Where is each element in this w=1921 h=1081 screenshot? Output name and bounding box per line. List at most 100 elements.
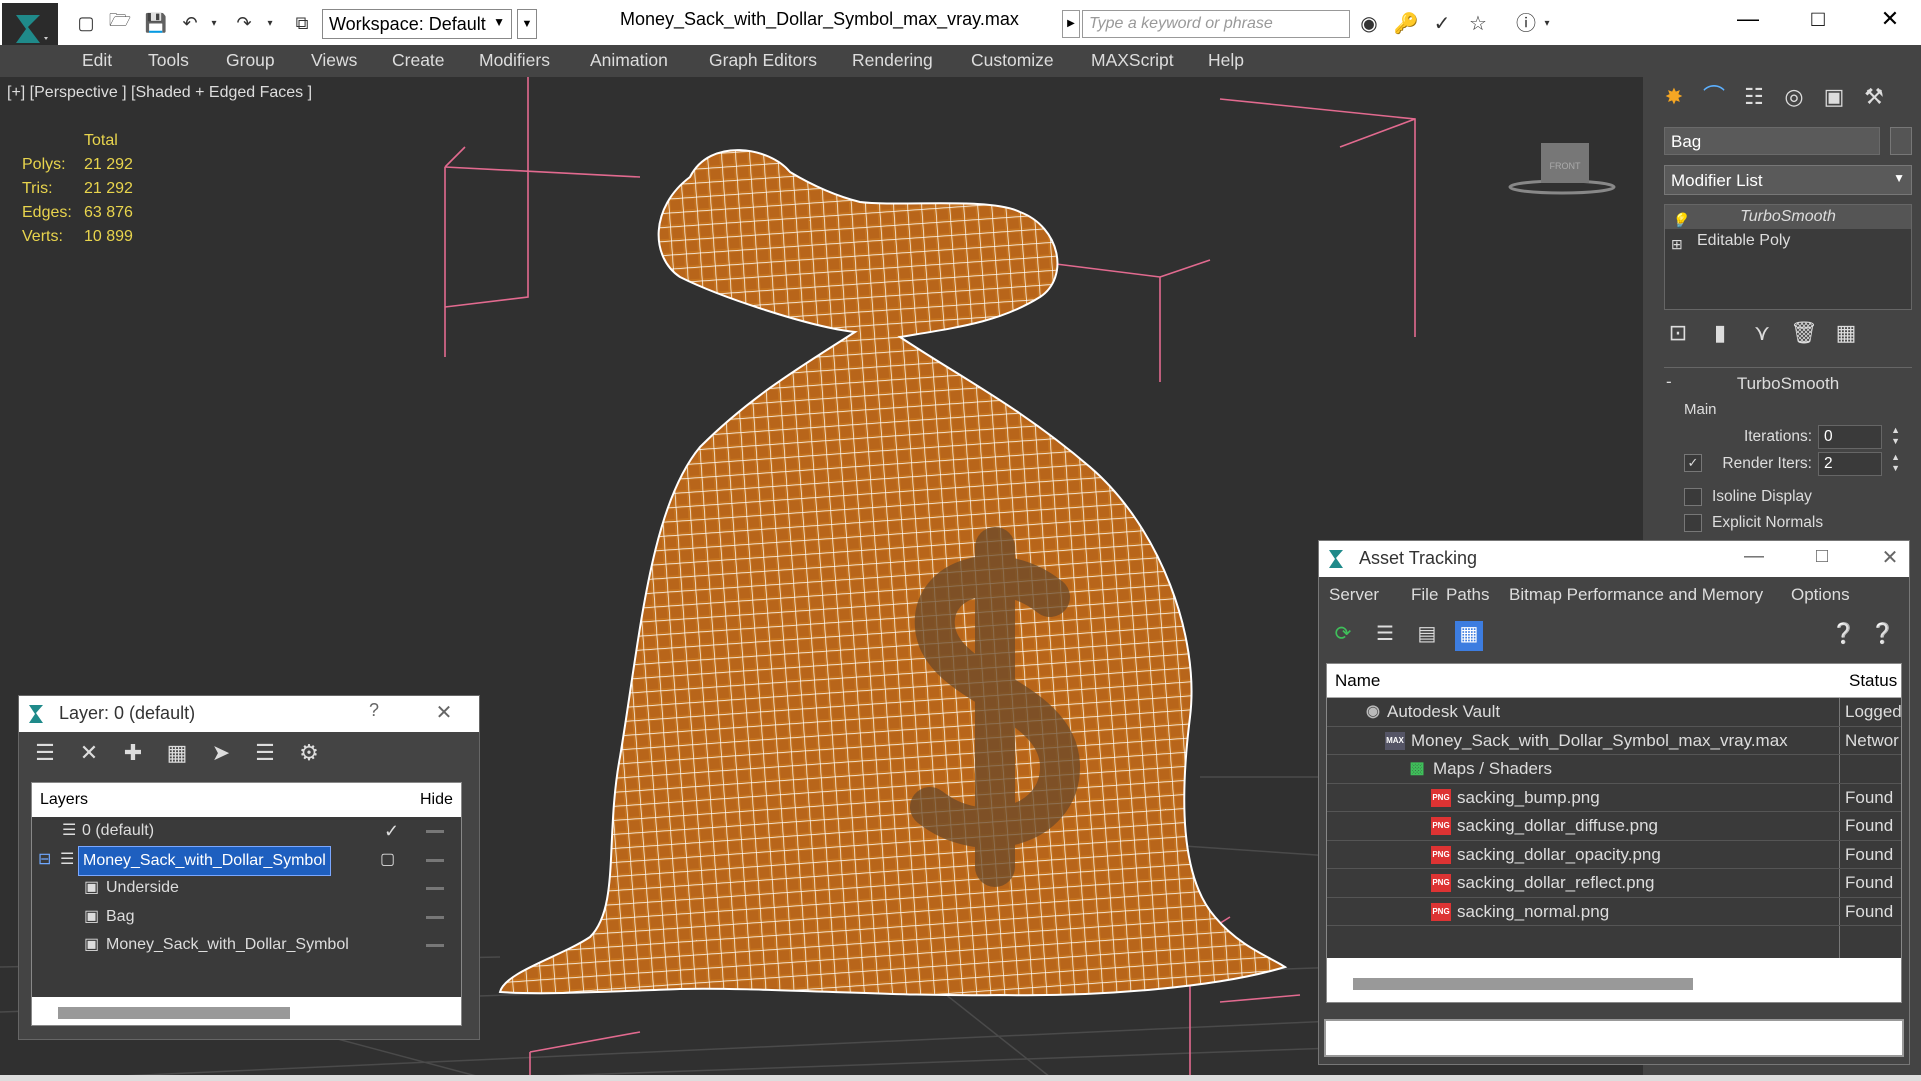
project-folder-icon[interactable]: ⧉ xyxy=(288,8,316,38)
select-layer-icon[interactable]: ➤ xyxy=(207,740,235,772)
help-icon[interactable]: ⓘ xyxy=(1512,10,1540,38)
menu-customize[interactable]: Customize xyxy=(971,50,1054,71)
display-tab-icon[interactable]: ▣ xyxy=(1816,81,1852,113)
hierarchy-tab-icon[interactable]: ☷ xyxy=(1736,81,1772,113)
isoline-checkbox[interactable] xyxy=(1684,488,1702,506)
explicit-normals-checkbox[interactable] xyxy=(1684,514,1702,532)
layer-row[interactable]: ⊟ ☰ Money_Sack_with_Dollar_Symbol ▢ xyxy=(32,845,461,876)
render-iters-input[interactable]: 2 xyxy=(1818,452,1882,476)
scrollbar-thumb[interactable] xyxy=(1353,978,1693,990)
undo-dropdown-icon[interactable]: ▾ xyxy=(206,8,222,38)
menu-modifiers[interactable]: Modifiers xyxy=(479,50,550,71)
rollout-title[interactable]: TurboSmooth xyxy=(1664,374,1912,394)
horizontal-scrollbar[interactable] xyxy=(32,997,461,1025)
asset-row[interactable]: PNG sacking_dollar_opacity.png Found xyxy=(1327,841,1901,869)
refresh-icon[interactable]: ⟳ xyxy=(1329,621,1357,651)
viewport-label[interactable]: [+] [Perspective ] [Shaded + Edged Faces… xyxy=(7,84,312,102)
hide-toggle[interactable] xyxy=(426,887,444,891)
scrollbar-thumb[interactable] xyxy=(58,1007,290,1019)
col-layers-header[interactable]: Layers xyxy=(40,791,88,809)
asset-panel-titlebar[interactable]: Asset Tracking — □ ✕ xyxy=(1319,541,1909,577)
close-icon[interactable]: ✕ xyxy=(429,700,459,728)
maximize-button[interactable]: □ xyxy=(1798,6,1838,38)
stack-item-editable-poly[interactable]: ⊞ Editable Poly xyxy=(1665,229,1911,253)
object-name-input[interactable]: Bag xyxy=(1664,127,1880,155)
delete-layer-icon[interactable]: ✕ xyxy=(75,740,103,772)
menu-options[interactable]: Options xyxy=(1791,585,1850,605)
asset-row[interactable]: PNG sacking_dollar_reflect.png Found xyxy=(1327,869,1901,898)
settings-help-icon[interactable]: ❔ xyxy=(1870,621,1895,646)
help-icon[interactable]: ❔ xyxy=(1831,621,1856,646)
hide-toggle[interactable] xyxy=(426,830,444,833)
object-row[interactable]: ▣ Bag xyxy=(32,903,461,932)
minimize-icon[interactable]: — xyxy=(1739,545,1769,573)
open-file-icon[interactable]: 🗁 xyxy=(106,8,134,38)
iterations-spinner[interactable]: ▲ ▼ xyxy=(1891,425,1900,447)
menu-graph-editors[interactable]: Graph Editors xyxy=(709,50,817,71)
render-iters-spinner[interactable]: ▲ ▼ xyxy=(1891,452,1900,474)
object-row[interactable]: ▣ Money_Sack_with_Dollar_Symbol xyxy=(32,931,461,960)
set-current-layer-icon[interactable]: ☰ xyxy=(251,740,279,772)
menu-maxscript[interactable]: MAXScript xyxy=(1091,50,1174,71)
close-button[interactable]: ✕ xyxy=(1870,6,1910,38)
asset-row[interactable]: MAX Money_Sack_with_Dollar_Symbol_max_vr… xyxy=(1327,727,1901,755)
menu-help[interactable]: Help xyxy=(1208,50,1244,71)
redo-icon[interactable]: ↷ xyxy=(230,8,258,38)
menu-file[interactable]: File xyxy=(1411,585,1438,605)
show-end-result-icon[interactable]: ▮ xyxy=(1706,320,1734,352)
redo-dropdown-icon[interactable]: ▾ xyxy=(262,8,278,38)
asset-row[interactable]: PNG sacking_dollar_diffuse.png Found xyxy=(1327,812,1901,841)
menu-views[interactable]: Views xyxy=(311,50,357,71)
menu-edit[interactable]: Edit xyxy=(82,50,112,71)
help-dropdown-icon[interactable]: ▾ xyxy=(1540,10,1554,38)
asset-row[interactable]: ▩ Maps / Shaders xyxy=(1327,755,1901,784)
binoculars-icon[interactable]: ◉ xyxy=(1355,10,1383,38)
layer-panel-titlebar[interactable]: Layer: 0 (default) ? ✕ xyxy=(19,696,479,732)
key-icon[interactable]: 🔑 xyxy=(1392,10,1420,38)
viewcube-icon[interactable]: FRONT xyxy=(1507,137,1617,197)
horizontal-scrollbar[interactable] xyxy=(1327,968,1901,996)
col-name-header[interactable]: Name xyxy=(1335,671,1380,691)
menu-bitmap-performance[interactable]: Bitmap Performance and Memory xyxy=(1509,585,1763,605)
hide-toggle[interactable] xyxy=(426,858,444,862)
configure-modifier-sets-icon[interactable]: ▦ xyxy=(1832,320,1860,352)
menu-group[interactable]: Group xyxy=(226,50,275,71)
favorites-star-icon[interactable]: ☆ xyxy=(1464,10,1492,38)
iterations-input[interactable]: 0 xyxy=(1818,425,1882,449)
list-view-icon[interactable]: ☰ xyxy=(1371,621,1399,651)
add-to-layer-icon[interactable]: ✚ xyxy=(119,740,147,772)
col-status-header[interactable]: Status xyxy=(1849,671,1897,691)
save-file-icon[interactable]: 💾 xyxy=(142,8,170,38)
col-hide-header[interactable]: Hide xyxy=(420,791,453,809)
workspace-menu-button[interactable]: ▼ xyxy=(517,9,537,39)
object-color-swatch[interactable] xyxy=(1890,127,1912,155)
hide-toggle[interactable] xyxy=(426,944,444,948)
asset-path-field[interactable] xyxy=(1324,1019,1904,1057)
pin-stack-icon[interactable]: ⊡ xyxy=(1664,320,1692,352)
make-unique-icon[interactable]: ⋎ xyxy=(1748,320,1776,352)
object-row[interactable]: ▣ Underside xyxy=(32,874,461,903)
asset-row[interactable]: PNG sacking_normal.png Found xyxy=(1327,898,1901,926)
maximize-icon[interactable]: □ xyxy=(1807,545,1837,573)
table-view-icon[interactable]: ▦ xyxy=(1455,621,1483,651)
expand-plus-icon[interactable]: ⊞ xyxy=(1671,232,1683,256)
minimize-button[interactable]: — xyxy=(1728,6,1768,38)
utilities-tab-icon[interactable]: ⚒ xyxy=(1856,81,1892,113)
hide-toggle[interactable] xyxy=(426,915,444,919)
stack-item-turbosmooth[interactable]: 💡 TurboSmooth xyxy=(1665,205,1911,229)
new-layer-icon[interactable]: ☰ xyxy=(31,740,59,772)
new-file-icon[interactable]: ▢ xyxy=(72,8,100,38)
sign-in-icon[interactable]: ✓ xyxy=(1428,10,1456,38)
create-tab-icon[interactable]: ✸ xyxy=(1656,81,1692,113)
current-layer-check-icon[interactable]: ✓ xyxy=(384,817,399,845)
search-expand-icon[interactable]: ▶ xyxy=(1062,10,1080,38)
workspace-dropdown[interactable]: Workspace: Default ▼ xyxy=(322,9,512,39)
menu-create[interactable]: Create xyxy=(392,50,445,71)
motion-tab-icon[interactable]: ◎ xyxy=(1776,81,1812,113)
undo-icon[interactable]: ↶ xyxy=(176,8,204,38)
close-icon[interactable]: ✕ xyxy=(1875,545,1905,573)
menu-rendering[interactable]: Rendering xyxy=(852,50,933,71)
select-objects-icon[interactable]: ▦ xyxy=(163,740,191,772)
modify-tab-icon[interactable]: ⌒ xyxy=(1696,81,1732,113)
menu-server[interactable]: Server xyxy=(1329,585,1379,605)
